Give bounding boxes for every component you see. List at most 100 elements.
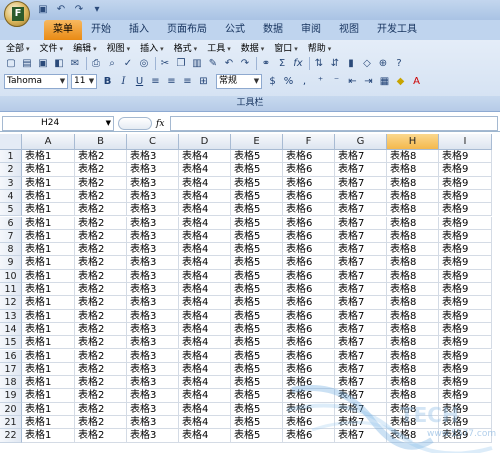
cell[interactable]: 表格1: [22, 283, 75, 297]
cell[interactable]: 表格3: [127, 349, 179, 363]
merge-center-icon[interactable]: ⊞: [196, 74, 211, 89]
cell[interactable]: 表格1: [22, 243, 75, 257]
column-header[interactable]: I: [439, 134, 492, 150]
tab-4[interactable]: 公式: [216, 20, 254, 40]
office-button[interactable]: F: [4, 1, 30, 27]
cell[interactable]: 表格1: [22, 349, 75, 363]
cell[interactable]: 表格7: [335, 150, 387, 164]
cell[interactable]: 表格5: [231, 229, 283, 244]
cell[interactable]: 表格1: [22, 376, 75, 390]
tab-7[interactable]: 视图: [330, 20, 368, 40]
format-painter-icon[interactable]: ✎: [206, 57, 220, 71]
sum-icon[interactable]: Σ: [275, 57, 289, 71]
cell[interactable]: 表格3: [127, 402, 179, 416]
cell[interactable]: 表格8: [387, 416, 439, 430]
cell[interactable]: 表格3: [127, 216, 179, 230]
decrease-decimal-icon[interactable]: ⁻: [329, 74, 344, 89]
row-header[interactable]: 2: [0, 163, 22, 177]
cell[interactable]: 表格7: [335, 336, 387, 350]
cell[interactable]: 表格7: [335, 376, 387, 390]
cell[interactable]: 表格4: [179, 269, 231, 283]
cell[interactable]: 表格1: [22, 163, 75, 177]
cell[interactable]: 表格6: [283, 362, 335, 377]
new-icon[interactable]: ▢: [4, 57, 18, 71]
cell[interactable]: 表格5: [231, 336, 283, 350]
cell[interactable]: 表格6: [283, 376, 335, 390]
row-header[interactable]: 10: [0, 269, 22, 283]
cell[interactable]: 表格4: [179, 163, 231, 177]
cell[interactable]: 表格6: [283, 243, 335, 257]
cell[interactable]: 表格3: [127, 309, 179, 323]
menu-item[interactable]: 全部 ▾: [6, 41, 30, 54]
cell[interactable]: 表格1: [22, 150, 75, 164]
cell[interactable]: 表格6: [283, 389, 335, 403]
select-all-corner[interactable]: [0, 134, 22, 150]
row-header[interactable]: 3: [0, 176, 22, 190]
menu-item[interactable]: 数据 ▾: [241, 41, 265, 54]
cell[interactable]: 表格4: [179, 376, 231, 390]
column-header[interactable]: D: [179, 134, 231, 150]
row-header[interactable]: 21: [0, 416, 22, 430]
help-icon[interactable]: ?: [392, 57, 406, 71]
tab-5[interactable]: 数据: [254, 20, 292, 40]
font-color-icon[interactable]: A: [409, 74, 424, 89]
cell[interactable]: 表格3: [127, 376, 179, 390]
cell[interactable]: 表格8: [387, 402, 439, 416]
bold-icon[interactable]: B: [100, 74, 115, 89]
cell[interactable]: 表格7: [335, 389, 387, 403]
cell[interactable]: 表格8: [387, 349, 439, 363]
cell[interactable]: 表格6: [283, 256, 335, 270]
cell[interactable]: 表格6: [283, 429, 335, 443]
cell[interactable]: 表格7: [335, 322, 387, 337]
formula-input[interactable]: [170, 116, 498, 131]
cell[interactable]: 表格7: [335, 229, 387, 244]
cell[interactable]: 表格8: [387, 256, 439, 270]
cell[interactable]: 表格2: [75, 349, 127, 363]
cell[interactable]: 表格6: [283, 402, 335, 416]
row-header[interactable]: 18: [0, 376, 22, 390]
cell[interactable]: 表格2: [75, 416, 127, 430]
cell[interactable]: 表格5: [231, 362, 283, 377]
cell[interactable]: 表格3: [127, 416, 179, 430]
cell[interactable]: 表格5: [231, 176, 283, 190]
cell[interactable]: 表格5: [231, 163, 283, 177]
row-header[interactable]: 13: [0, 309, 22, 323]
column-header[interactable]: E: [231, 134, 283, 150]
cell[interactable]: 表格7: [335, 402, 387, 416]
cell[interactable]: 表格2: [75, 189, 127, 204]
cell[interactable]: 表格9: [439, 349, 492, 363]
row-header[interactable]: 20: [0, 402, 22, 416]
cell[interactable]: 表格9: [439, 429, 492, 443]
cell[interactable]: 表格5: [231, 309, 283, 323]
cell[interactable]: 表格3: [127, 203, 179, 217]
cell[interactable]: 表格1: [22, 429, 75, 443]
decrease-indent-icon[interactable]: ⇤: [345, 74, 360, 89]
function-icon[interactable]: fx: [291, 57, 305, 71]
cell[interactable]: 表格5: [231, 376, 283, 390]
cell[interactable]: 表格1: [22, 256, 75, 270]
cell[interactable]: 表格3: [127, 176, 179, 190]
cell[interactable]: 表格9: [439, 229, 492, 244]
cell[interactable]: 表格8: [387, 429, 439, 443]
cell[interactable]: 表格1: [22, 296, 75, 310]
permission-icon[interactable]: ◧: [52, 57, 66, 71]
cell[interactable]: 表格2: [75, 402, 127, 416]
row-header[interactable]: 4: [0, 189, 22, 204]
cell[interactable]: 表格8: [387, 269, 439, 283]
increase-indent-icon[interactable]: ⇥: [361, 74, 376, 89]
cell[interactable]: 表格2: [75, 269, 127, 283]
cut-icon[interactable]: ✂: [158, 57, 172, 71]
cell[interactable]: 表格5: [231, 269, 283, 283]
cell[interactable]: 表格9: [439, 336, 492, 350]
cell[interactable]: 表格8: [387, 322, 439, 337]
cell[interactable]: 表格2: [75, 150, 127, 164]
column-header[interactable]: H: [387, 134, 439, 150]
print-preview-icon[interactable]: ⌕: [105, 57, 119, 71]
cell[interactable]: 表格7: [335, 163, 387, 177]
tab-8[interactable]: 开发工具: [368, 20, 426, 40]
cell[interactable]: 表格4: [179, 243, 231, 257]
sort-descending-icon[interactable]: ⇵: [328, 57, 342, 71]
redo-icon[interactable]: ↷: [238, 57, 252, 71]
hyperlink-icon[interactable]: ⚭: [259, 57, 273, 71]
cell[interactable]: 表格4: [179, 283, 231, 297]
